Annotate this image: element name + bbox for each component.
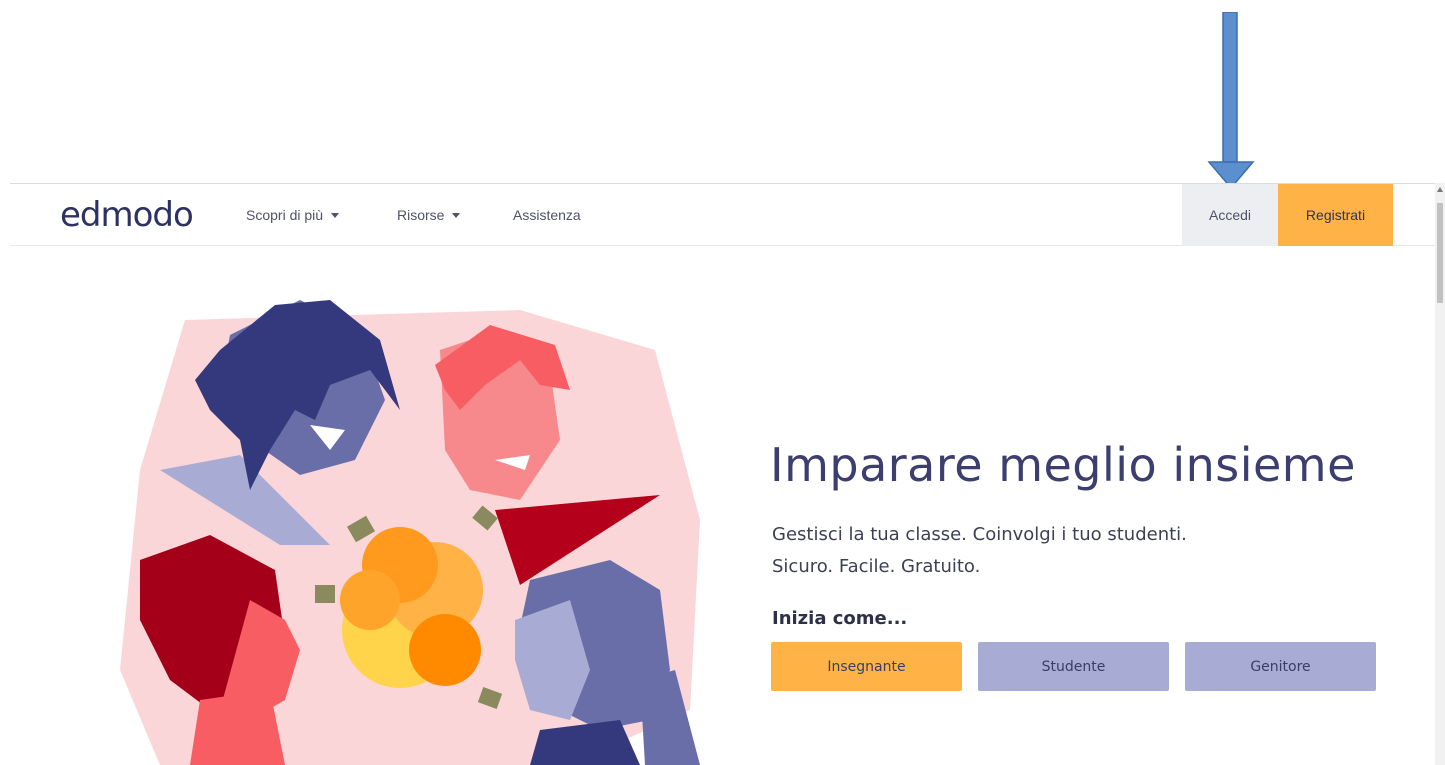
- role-teacher-button[interactable]: Insegnante: [771, 642, 962, 691]
- scrollbar-thumb[interactable]: [1437, 203, 1443, 303]
- page-scrollbar[interactable]: [1435, 183, 1445, 765]
- top-navbar: edmodo Scopri di più Risorse Assistenza …: [10, 183, 1435, 246]
- hero-subtitle-line2: Sicuro. Facile. Gratuito.: [772, 556, 981, 577]
- role-parent-button[interactable]: Genitore: [1185, 642, 1376, 691]
- start-as-label: Inizia come...: [772, 608, 908, 629]
- nav-assistenza-link[interactable]: Assistenza: [513, 207, 581, 223]
- nav-risorse-label: Risorse: [397, 207, 445, 223]
- nav-scopri-dropdown[interactable]: Scopri di più: [246, 207, 340, 223]
- edmodo-logo[interactable]: edmodo: [60, 195, 194, 235]
- down-arrow-annotation-icon: [1207, 12, 1255, 190]
- role-student-button[interactable]: Studente: [978, 642, 1169, 691]
- nav-risorse-dropdown[interactable]: Risorse: [397, 207, 461, 223]
- caret-down-icon: [452, 213, 461, 218]
- hero-illustration: [120, 300, 700, 765]
- signup-button[interactable]: Registrati: [1278, 184, 1393, 246]
- hero-subtitle-line1: Gestisci la tua classe. Coinvolgi i tuo …: [772, 524, 1187, 545]
- nav-scopri-label: Scopri di più: [246, 207, 324, 223]
- caret-down-icon: [331, 213, 340, 218]
- login-button[interactable]: Accedi: [1182, 184, 1278, 246]
- scroll-up-icon[interactable]: [1437, 187, 1443, 192]
- hero-headline: Imparare meglio insieme: [770, 438, 1356, 492]
